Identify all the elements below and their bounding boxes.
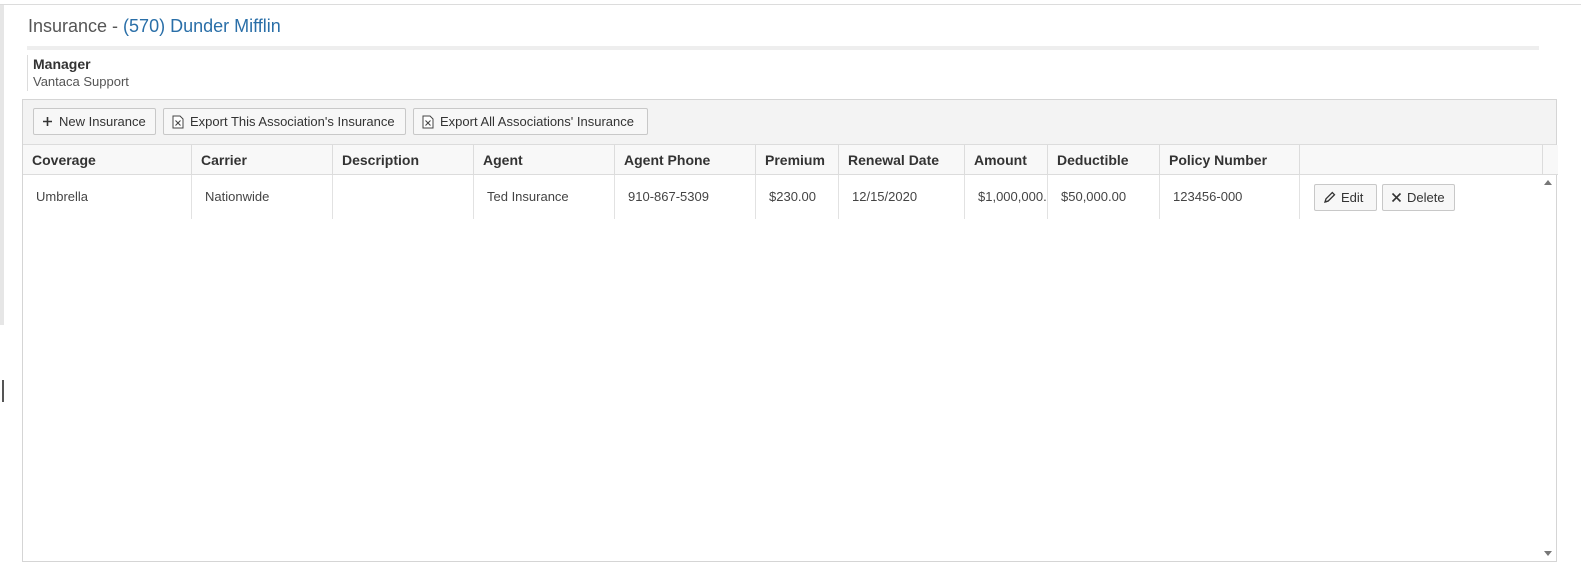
- vertical-scrollbar[interactable]: [1540, 175, 1556, 561]
- close-icon: [1391, 192, 1402, 203]
- export-this-association-button[interactable]: Export This Association's Insurance: [163, 108, 406, 135]
- new-insurance-label: New Insurance: [59, 114, 146, 129]
- column-header-renewal-date[interactable]: Renewal Date: [839, 145, 965, 174]
- manager-name: Vantaca Support: [33, 74, 129, 89]
- column-header-actions: [1300, 145, 1543, 174]
- cell-policy-number: 123456-000: [1160, 175, 1300, 219]
- column-header-agent[interactable]: Agent: [474, 145, 615, 174]
- left-panel-edge: [0, 5, 4, 325]
- column-header-coverage[interactable]: Coverage: [23, 145, 192, 174]
- top-divider: [0, 4, 1581, 5]
- column-header-description[interactable]: Description: [333, 145, 474, 174]
- excel-file-icon: [172, 115, 184, 129]
- cell-renewal-date: 12/15/2020: [839, 175, 965, 219]
- cell-agent: Ted Insurance: [474, 175, 615, 219]
- new-insurance-button[interactable]: New Insurance: [33, 108, 156, 135]
- table-row[interactable]: Umbrella Nationwide Ted Insurance 910-86…: [23, 175, 1541, 219]
- page-title: Insurance - (570) Dunder Mifflin: [28, 16, 281, 37]
- delete-label: Delete: [1407, 190, 1445, 205]
- scroll-down-icon[interactable]: [1544, 551, 1552, 556]
- title-underline: [27, 46, 1539, 50]
- delete-button[interactable]: Delete: [1382, 184, 1455, 211]
- edit-button[interactable]: Edit: [1314, 184, 1377, 211]
- export-this-label: Export This Association's Insurance: [190, 114, 395, 129]
- column-header-agent-phone[interactable]: Agent Phone: [615, 145, 756, 174]
- cell-premium: $230.00: [756, 175, 839, 219]
- cell-coverage: Umbrella: [23, 175, 192, 219]
- column-header-carrier[interactable]: Carrier: [192, 145, 333, 174]
- excel-file-icon: [422, 115, 434, 129]
- grid-toolbar: New Insurance Export This Association's …: [23, 100, 1556, 145]
- association-link[interactable]: (570) Dunder Mifflin: [123, 16, 281, 36]
- cell-agent-phone: 910-867-5309: [615, 175, 756, 219]
- cell-carrier: Nationwide: [192, 175, 333, 219]
- page-title-prefix: Insurance -: [28, 16, 124, 36]
- cell-description: [333, 175, 474, 219]
- left-splitter-handle[interactable]: [2, 380, 4, 402]
- insurance-grid: New Insurance Export This Association's …: [22, 99, 1558, 562]
- manager-info: Manager Vantaca Support: [27, 55, 129, 91]
- cell-amount: $1,000,000.00: [965, 175, 1048, 219]
- column-header-premium[interactable]: Premium: [756, 145, 839, 174]
- edit-label: Edit: [1341, 190, 1364, 205]
- manager-label: Manager: [33, 56, 91, 72]
- scroll-up-icon[interactable]: [1544, 180, 1552, 185]
- column-header-deductible[interactable]: Deductible: [1048, 145, 1160, 174]
- table-header: Coverage Carrier Description Agent Agent…: [23, 145, 1558, 175]
- pencil-icon: [1323, 191, 1336, 204]
- column-header-amount[interactable]: Amount: [965, 145, 1048, 174]
- export-all-associations-button[interactable]: Export All Associations' Insurance: [413, 108, 648, 135]
- cell-deductible: $50,000.00: [1048, 175, 1160, 219]
- plus-icon: [42, 116, 53, 127]
- column-header-policy-number[interactable]: Policy Number: [1160, 145, 1300, 174]
- export-all-label: Export All Associations' Insurance: [440, 114, 634, 129]
